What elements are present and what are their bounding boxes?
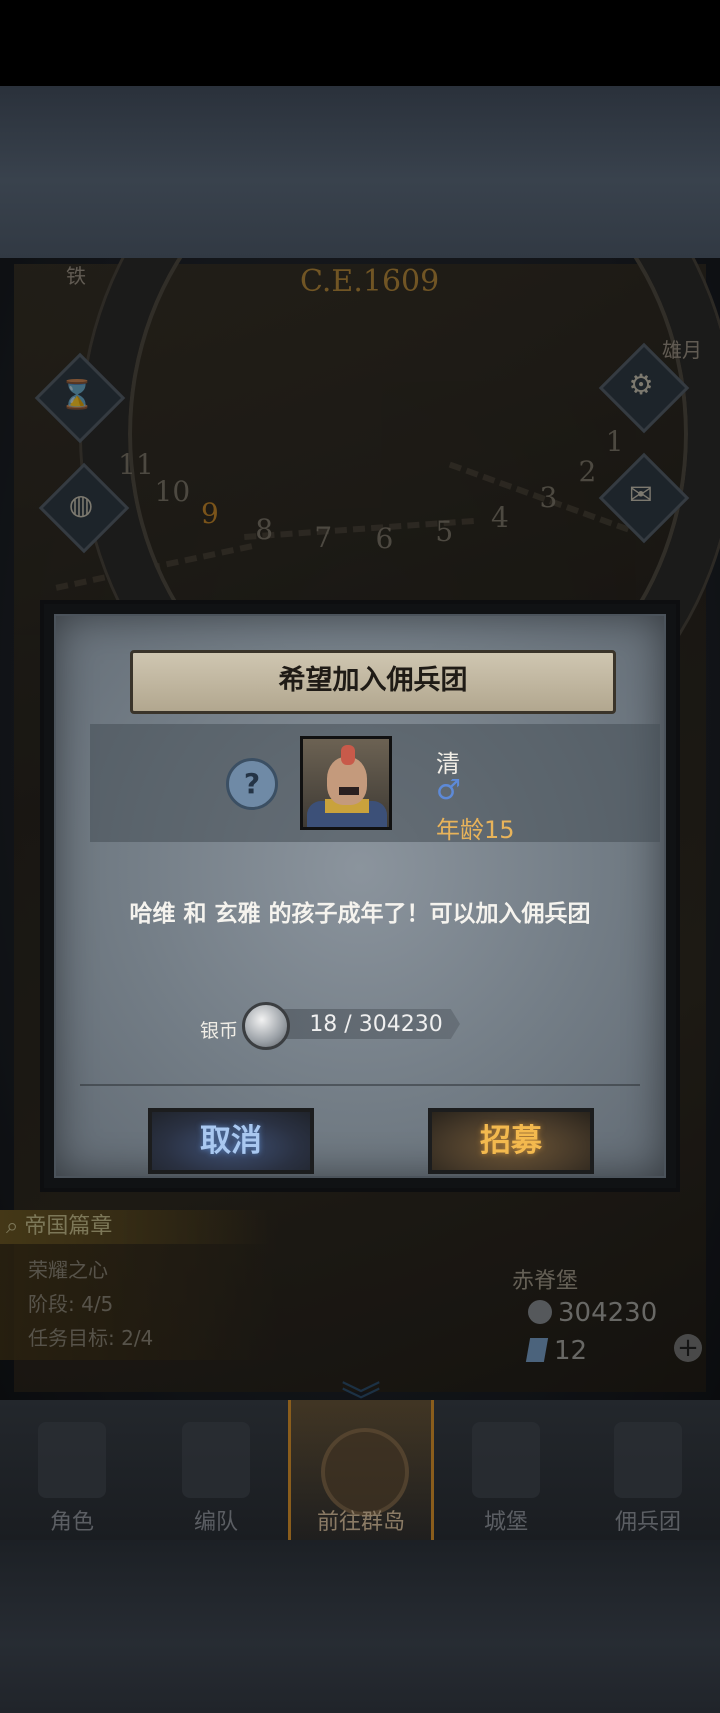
age-value: 15 — [484, 816, 515, 844]
divider — [80, 1084, 640, 1086]
bottom-nav: 角色 编队 ︾ 前往群岛 城堡 佣兵团 — [0, 1382, 720, 1540]
nav-label: 编队 — [193, 1510, 238, 1535]
ship-icon — [614, 1422, 682, 1498]
recruit-dialog: 希望加入佣兵团 ? 清 ♂ 年龄15 哈维 和 玄雅 的孩子成年了！可以加入佣兵… — [40, 600, 680, 1192]
dialog-panel: 希望加入佣兵团 ? 清 ♂ 年龄15 哈维 和 玄雅 的孩子成年了！可以加入佣兵… — [54, 614, 666, 1178]
nav-mercenary[interactable]: 佣兵团 — [578, 1400, 718, 1540]
nav-label: 佣兵团 — [614, 1510, 681, 1535]
background-sky — [0, 86, 720, 258]
compass-icon — [321, 1428, 409, 1516]
nav-label: 城堡 — [483, 1510, 528, 1535]
character-portrait — [300, 736, 392, 830]
silver-coin-icon — [242, 1002, 290, 1050]
cost-label: 银币 — [200, 1020, 239, 1042]
character-age: 年龄15 — [436, 810, 515, 845]
cancel-button[interactable]: 取消 — [148, 1108, 314, 1174]
nav-castle[interactable]: 城堡 — [436, 1400, 576, 1540]
dialog-title: 希望加入佣兵团 — [130, 650, 616, 714]
recruit-button[interactable]: 招募 — [428, 1108, 594, 1174]
nav-label: 角色 — [49, 1510, 94, 1535]
age-label: 年龄 — [436, 816, 484, 844]
dialog-message: 哈维 和 玄雅 的孩子成年了！可以加入佣兵团 — [129, 901, 591, 927]
helmet-icon — [182, 1422, 250, 1498]
top-bar — [0, 0, 720, 86]
nav-formation[interactable]: 编队 — [146, 1400, 286, 1540]
knight-icon — [38, 1422, 106, 1498]
cost-amount: 18 / 304230 — [309, 1012, 443, 1037]
nav-label: 前往群岛 — [316, 1510, 405, 1535]
bottom-background — [0, 1540, 720, 1713]
nav-character[interactable]: 角色 — [2, 1400, 142, 1540]
nav-islands[interactable]: ︾ 前往群岛 — [288, 1382, 434, 1540]
male-icon: ♂ — [436, 773, 462, 806]
help-button[interactable]: ? — [226, 758, 278, 810]
castle-icon — [472, 1422, 540, 1498]
